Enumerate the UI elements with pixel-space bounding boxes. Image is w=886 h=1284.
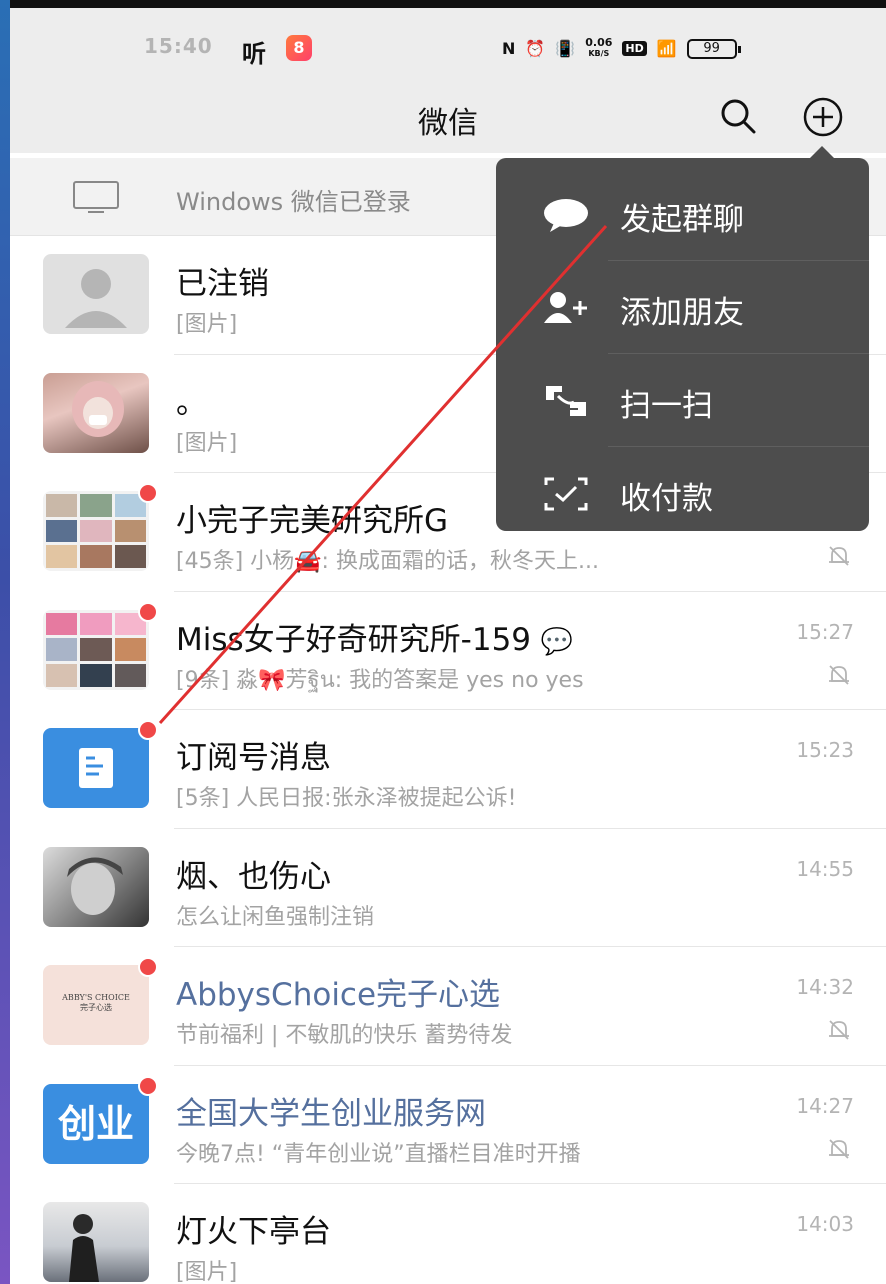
chat-name-text: Miss女子好奇研究所-159 bbox=[176, 621, 532, 658]
top-bar: 15:40 听 8 N ⏰ 📳 0.06 KB/S HD 📶 99 微信 bbox=[10, 8, 886, 153]
network-speed-value: 0.06 bbox=[585, 36, 613, 49]
person-photo bbox=[69, 1214, 99, 1282]
chat-time: 14:32 bbox=[796, 975, 854, 999]
brand-avatar: ABBY'S CHOICE 完子心选 bbox=[43, 965, 149, 1045]
avatar bbox=[43, 846, 149, 927]
chat-name: 。 bbox=[176, 384, 207, 421]
chat-name: 小完子完美研究所G bbox=[176, 503, 449, 539]
subscription-avatar bbox=[43, 728, 149, 808]
battery-icon: 99 bbox=[686, 38, 741, 59]
subscription-icon bbox=[79, 748, 113, 788]
alarm-icon: ⏰ bbox=[525, 39, 546, 58]
menu-item-group-chat[interactable]: 发起群聊 bbox=[496, 168, 869, 261]
chat-name: 全国大学生创业服务网 bbox=[176, 1095, 486, 1132]
add-popup-menu: 发起群聊 添加朋友 扫一扫 收付款 bbox=[496, 146, 869, 531]
chat-preview: [图片] bbox=[176, 312, 238, 337]
chat-name: 已注销 bbox=[176, 266, 269, 302]
chat-preview: 怎么让闲鱼强制注销 bbox=[176, 904, 375, 930]
group-avatar bbox=[43, 491, 149, 571]
hd-icon: HD bbox=[622, 41, 647, 56]
brand-logo-text: 创业 bbox=[57, 1101, 134, 1146]
enterprise-chat-icon: 💬 bbox=[540, 626, 574, 657]
menu-item-scan[interactable]: 扫一扫 bbox=[496, 354, 869, 447]
chat-preview: [图片] bbox=[176, 430, 238, 456]
ting-app-icon: 听 bbox=[242, 40, 266, 68]
chat-time: 15:27 bbox=[796, 619, 854, 644]
search-icon[interactable] bbox=[716, 94, 760, 138]
chat-name: 烟、也伤心 bbox=[176, 858, 331, 895]
chat-row[interactable]: 烟、也伤心 怎么让闲鱼强制注销 14:55 bbox=[10, 829, 886, 947]
computer-icon bbox=[73, 181, 119, 213]
notification-app-icon: 8 bbox=[286, 35, 312, 61]
scan-icon bbox=[546, 386, 586, 416]
chat-preview: [图片] bbox=[176, 1260, 238, 1284]
network-speed: 0.06 KB/S bbox=[585, 36, 613, 59]
top-edge bbox=[0, 0, 886, 8]
wechat-screen: 15:40 听 8 N ⏰ 📳 0.06 KB/S HD 📶 99 微信 Win… bbox=[10, 8, 886, 1284]
banner-text: Windows 微信已登录 bbox=[176, 188, 411, 216]
chat-preview: 节前福利 | 不敏肌的快乐 蓄势待发 bbox=[176, 1023, 513, 1048]
brand-logo-sub: 完子心选 bbox=[80, 1003, 112, 1012]
chat-name: AbbysChoice完子心选 bbox=[176, 977, 501, 1013]
unread-dot bbox=[138, 957, 158, 977]
chat-preview: [9条] 淼🎀芳ฐิน: 我的答案是 yes no yes bbox=[176, 667, 584, 693]
unread-dot bbox=[138, 1075, 158, 1096]
menu-label: 添加朋友 bbox=[620, 295, 744, 331]
menu-label: 扫一扫 bbox=[620, 388, 713, 424]
mute-bell-icon bbox=[829, 1138, 849, 1159]
left-edge bbox=[0, 0, 10, 1284]
chat-time: 14:55 bbox=[796, 856, 854, 881]
chat-row[interactable]: 订阅号消息 [5条] 人民日报:张永泽被提起公诉! 15:23 bbox=[10, 710, 886, 829]
mute-bell-icon bbox=[829, 1020, 849, 1040]
chat-name: 订阅号消息 bbox=[176, 740, 331, 776]
mute-bell-icon bbox=[829, 664, 849, 685]
chat-preview: 今晚7点! “青年创业说”直播栏目准时开播 bbox=[176, 1141, 581, 1167]
chat-preview: [5条] 人民日报:张永泽被提起公诉! bbox=[176, 786, 517, 811]
nfc-icon: N bbox=[502, 39, 516, 58]
chat-row[interactable]: ABBY'S CHOICE 完子心选 AbbysChoice完子心选 节前福利 … bbox=[10, 947, 886, 1066]
brand-logo-text: ABBY'S CHOICE bbox=[62, 993, 130, 1002]
status-icons: N ⏰ 📳 0.06 KB/S HD 📶 99 bbox=[502, 36, 741, 59]
avatar bbox=[43, 254, 149, 334]
avatar bbox=[43, 372, 149, 453]
menu-item-payment[interactable]: 收付款 bbox=[496, 447, 869, 540]
chat-time: 14:27 bbox=[796, 1093, 854, 1118]
default-avatar-icon bbox=[65, 269, 127, 328]
menu-label: 发起群聊 bbox=[620, 202, 744, 238]
avatar bbox=[43, 1202, 149, 1282]
group-avatar bbox=[43, 609, 149, 690]
payment-icon bbox=[544, 477, 588, 511]
menu-item-add-friend[interactable]: 添加朋友 bbox=[496, 261, 869, 354]
add-friend-icon bbox=[544, 292, 587, 323]
hooded-person-photo bbox=[72, 380, 124, 437]
mute-bell-icon bbox=[829, 546, 849, 566]
unread-dot bbox=[138, 601, 158, 622]
chat-time: 14:03 bbox=[796, 1212, 854, 1236]
chat-row[interactable]: 灯火下亭台 [图片] 14:03 bbox=[10, 1184, 886, 1284]
status-bar: 15:40 听 8 N ⏰ 📳 0.06 KB/S HD 📶 99 bbox=[10, 30, 886, 70]
brand-avatar: 创业 bbox=[43, 1083, 149, 1164]
network-speed-unit: KB/S bbox=[588, 49, 610, 58]
chat-row[interactable]: 创业 全国大学生创业服务网 今晚7点! “青年创业说”直播栏目准时开播 14:2… bbox=[10, 1066, 886, 1184]
chat-name: 灯火下亭台 bbox=[176, 1214, 331, 1250]
chat-time: 15:23 bbox=[796, 738, 854, 762]
unread-dot bbox=[138, 483, 158, 503]
chat-bubble-icon bbox=[544, 199, 588, 232]
menu-label: 收付款 bbox=[620, 481, 713, 517]
chat-row[interactable]: Miss女子好奇研究所-159 💬 [9条] 淼🎀芳ฐิน: 我的答案是 yes… bbox=[10, 592, 886, 710]
plus-circle-icon[interactable] bbox=[800, 94, 846, 140]
unread-dot bbox=[138, 720, 158, 740]
signal-icon: 📶 bbox=[656, 39, 677, 58]
chat-name: Miss女子好奇研究所-159 💬 bbox=[176, 614, 573, 659]
vibrate-icon: 📳 bbox=[555, 39, 576, 58]
chat-preview: [45条] 小杨🚘: 换成面霜的话，秋冬天上... bbox=[176, 549, 599, 574]
person-photo bbox=[67, 856, 123, 915]
